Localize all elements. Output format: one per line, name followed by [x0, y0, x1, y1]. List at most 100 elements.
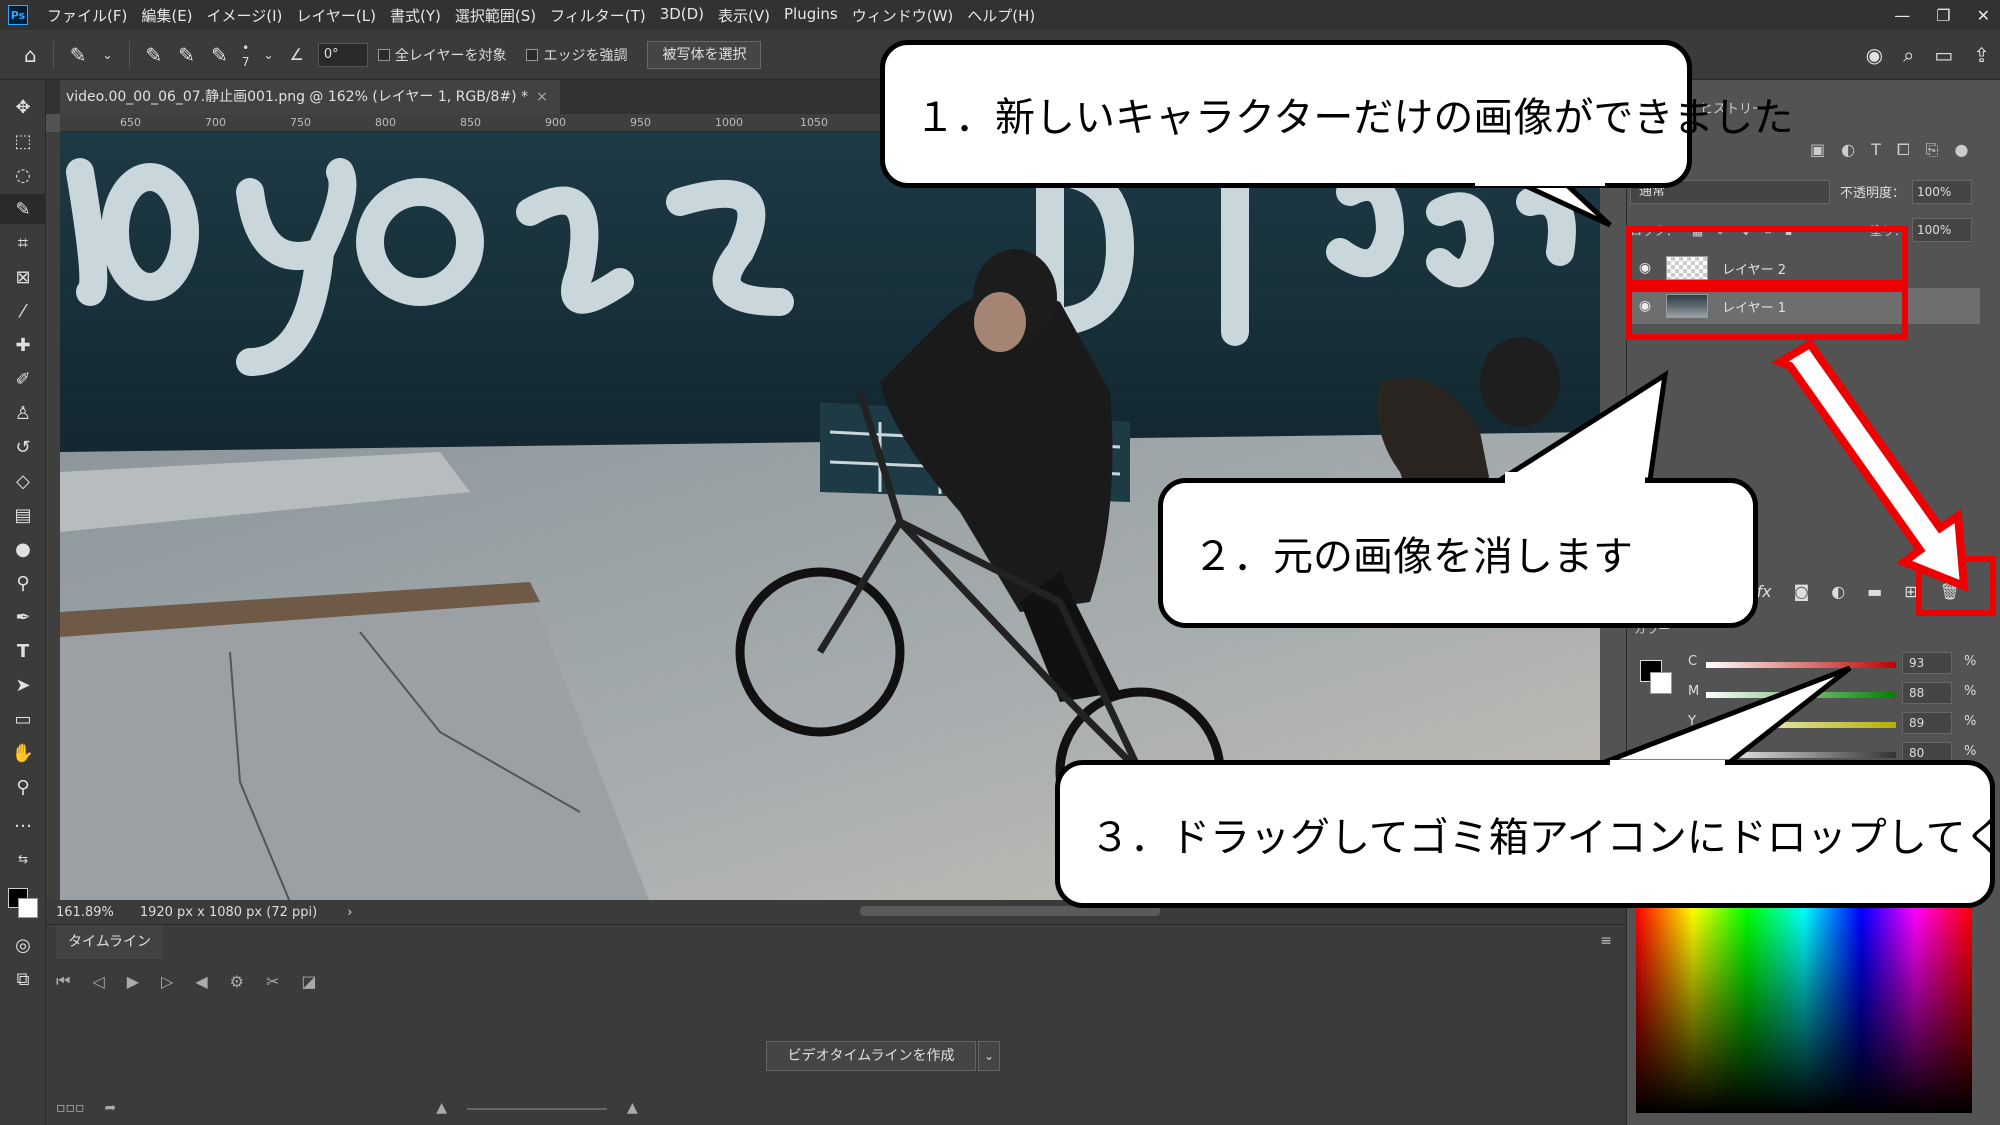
- screen-mode-icon[interactable]: ⧉: [0, 964, 46, 994]
- rectangle-tool-icon[interactable]: ▭: [0, 704, 46, 734]
- menu-item[interactable]: フィルター(T): [543, 5, 653, 26]
- close-tab-icon[interactable]: ×: [536, 89, 548, 105]
- cmyk-slider[interactable]: [1706, 722, 1896, 728]
- adjustment-filter-icon[interactable]: ◐: [1841, 140, 1855, 160]
- more-tools-icon[interactable]: …: [0, 806, 46, 836]
- brush-size[interactable]: • 7: [242, 41, 250, 69]
- background-color-swatch[interactable]: [18, 898, 38, 918]
- image-filter-icon[interactable]: ▣: [1810, 140, 1825, 160]
- add-mask-icon[interactable]: ◙: [1794, 582, 1810, 601]
- clone-stamp-tool-icon[interactable]: ♙: [0, 398, 46, 428]
- checkbox-box[interactable]: [526, 48, 539, 61]
- cmyk-slider[interactable]: [1706, 692, 1896, 698]
- document-tab[interactable]: video.00_00_06_07.静止画001.png @ 162% (レイヤ…: [60, 80, 560, 114]
- home-icon[interactable]: ⌂: [24, 43, 37, 67]
- timeline-tab[interactable]: タイムライン: [56, 925, 164, 959]
- eraser-tool-icon[interactable]: ◇: [0, 466, 46, 496]
- menu-item[interactable]: ウィンドウ(W): [845, 5, 961, 26]
- share-icon[interactable]: ⇪: [1973, 43, 1990, 67]
- first-frame-icon[interactable]: ⏮: [56, 971, 70, 991]
- healing-brush-tool-icon[interactable]: ✚: [0, 330, 46, 360]
- path-selection-tool-icon[interactable]: ➤: [0, 670, 46, 700]
- fx-button[interactable]: fx: [1757, 582, 1772, 601]
- hand-tool-icon[interactable]: ✋: [0, 738, 46, 768]
- render-icon[interactable]: ➦: [104, 1100, 116, 1116]
- enhance-edge-checkbox[interactable]: エッジを強調: [526, 45, 627, 65]
- menu-item[interactable]: ファイル(F): [40, 5, 134, 26]
- gradient-tool-icon[interactable]: ▤: [0, 500, 46, 530]
- zoom-in-icon[interactable]: ▲: [627, 1100, 638, 1116]
- type-tool-icon[interactable]: T: [0, 636, 46, 666]
- zoom-level[interactable]: 161.89%: [56, 905, 114, 920]
- filter-toggle-icon[interactable]: ●: [1955, 140, 1969, 160]
- menu-item[interactable]: レイヤー(L): [289, 5, 383, 26]
- cmyk-slider[interactable]: [1706, 662, 1896, 668]
- transition-icon[interactable]: ◪: [301, 972, 316, 991]
- history-brush-tool-icon[interactable]: ↺: [0, 432, 46, 462]
- chevron-down-icon[interactable]: ⌄: [102, 48, 112, 62]
- workspace-icon[interactable]: ▭: [1934, 43, 1953, 67]
- play-icon[interactable]: ▶: [127, 972, 139, 991]
- cmyk-value-field[interactable]: 88: [1902, 682, 1952, 704]
- zoom-slider[interactable]: [466, 1108, 607, 1110]
- color-background-swatch[interactable]: [1650, 672, 1672, 694]
- adjustment-layer-icon[interactable]: ◐: [1831, 582, 1845, 601]
- brush-tool-icon[interactable]: ✐: [0, 364, 46, 394]
- frame-tool-icon[interactable]: ⊠: [0, 262, 46, 292]
- close-button[interactable]: ✕: [1977, 6, 1990, 25]
- pen-tool-icon[interactable]: ✒: [0, 602, 46, 632]
- quick-selection-icon[interactable]: ✎: [70, 43, 87, 67]
- minimize-button[interactable]: —: [1894, 6, 1910, 25]
- next-frame-icon[interactable]: ▷: [161, 972, 173, 991]
- move-tool-icon[interactable]: ✥: [0, 92, 46, 122]
- chevron-down-icon[interactable]: ⌄: [978, 1041, 1000, 1071]
- blur-tool-icon[interactable]: ●: [0, 534, 46, 564]
- create-video-timeline-button[interactable]: ビデオタイムラインを作成: [766, 1041, 976, 1071]
- panel-menu-icon[interactable]: ≡: [1600, 933, 1612, 949]
- shape-filter-icon[interactable]: ⧠: [1897, 140, 1910, 160]
- fill-field[interactable]: 100%: [1912, 218, 1972, 242]
- menu-item[interactable]: ヘルプ(H): [960, 5, 1042, 26]
- marquee-tool-icon[interactable]: ⬚: [0, 126, 46, 156]
- sample-all-layers-checkbox[interactable]: 全レイヤーを対象: [377, 45, 506, 65]
- angle-field[interactable]: 0°: [317, 42, 368, 67]
- menu-item[interactable]: 3D(D): [653, 5, 711, 26]
- frame-mode-icon[interactable]: ▫▫▫: [56, 1100, 84, 1116]
- new-selection-icon[interactable]: ✎: [146, 43, 163, 67]
- settings-icon[interactable]: ⚙: [230, 972, 244, 991]
- account-icon[interactable]: ◉: [1866, 43, 1883, 67]
- smart-object-filter-icon[interactable]: ⎘: [1926, 140, 1939, 160]
- split-icon[interactable]: ✂: [266, 972, 279, 991]
- select-subject-button[interactable]: 被写体を選択: [647, 40, 762, 69]
- new-group-icon[interactable]: ▬: [1867, 582, 1882, 601]
- crop-tool-icon[interactable]: ⌗: [0, 228, 46, 258]
- menu-item[interactable]: 選択範囲(S): [448, 5, 543, 26]
- dodge-tool-icon[interactable]: ⚲: [0, 568, 46, 598]
- search-icon[interactable]: ⌕: [1903, 43, 1914, 67]
- menu-item[interactable]: イメージ(I): [200, 5, 290, 26]
- restore-button[interactable]: ❐: [1936, 6, 1950, 25]
- menu-item[interactable]: 表示(V): [711, 5, 777, 26]
- swap-colors-icon[interactable]: ⇆: [0, 844, 46, 874]
- eyedropper-tool-icon[interactable]: ⁄: [0, 296, 46, 326]
- type-filter-icon[interactable]: T: [1871, 140, 1881, 160]
- chevron-right-icon[interactable]: ›: [347, 905, 352, 920]
- subtract-selection-icon[interactable]: ✎: [211, 43, 228, 67]
- lasso-tool-icon[interactable]: ◌: [0, 160, 46, 190]
- checkbox-box[interactable]: [377, 48, 390, 61]
- previous-frame-icon[interactable]: ◁: [92, 972, 104, 991]
- quick-selection-tool-icon[interactable]: ✎: [0, 194, 46, 224]
- add-selection-icon[interactable]: ✎: [178, 43, 195, 67]
- zoom-out-icon[interactable]: ▲: [436, 1100, 447, 1116]
- chevron-down-icon[interactable]: ⌄: [263, 48, 273, 62]
- opacity-field[interactable]: 100%: [1912, 180, 1972, 204]
- menu-item[interactable]: Plugins: [777, 5, 845, 26]
- zoom-tool-icon[interactable]: ⚲: [0, 772, 46, 802]
- quick-mask-icon[interactable]: ◎: [0, 930, 46, 960]
- audio-icon[interactable]: ◀: [195, 972, 207, 991]
- menu-item[interactable]: 書式(Y): [383, 5, 448, 26]
- cmyk-slider[interactable]: [1706, 752, 1896, 758]
- cmyk-value-field[interactable]: 93: [1902, 652, 1952, 674]
- menu-item[interactable]: 編集(E): [134, 5, 199, 26]
- color-spectrum[interactable]: [1636, 908, 1972, 1113]
